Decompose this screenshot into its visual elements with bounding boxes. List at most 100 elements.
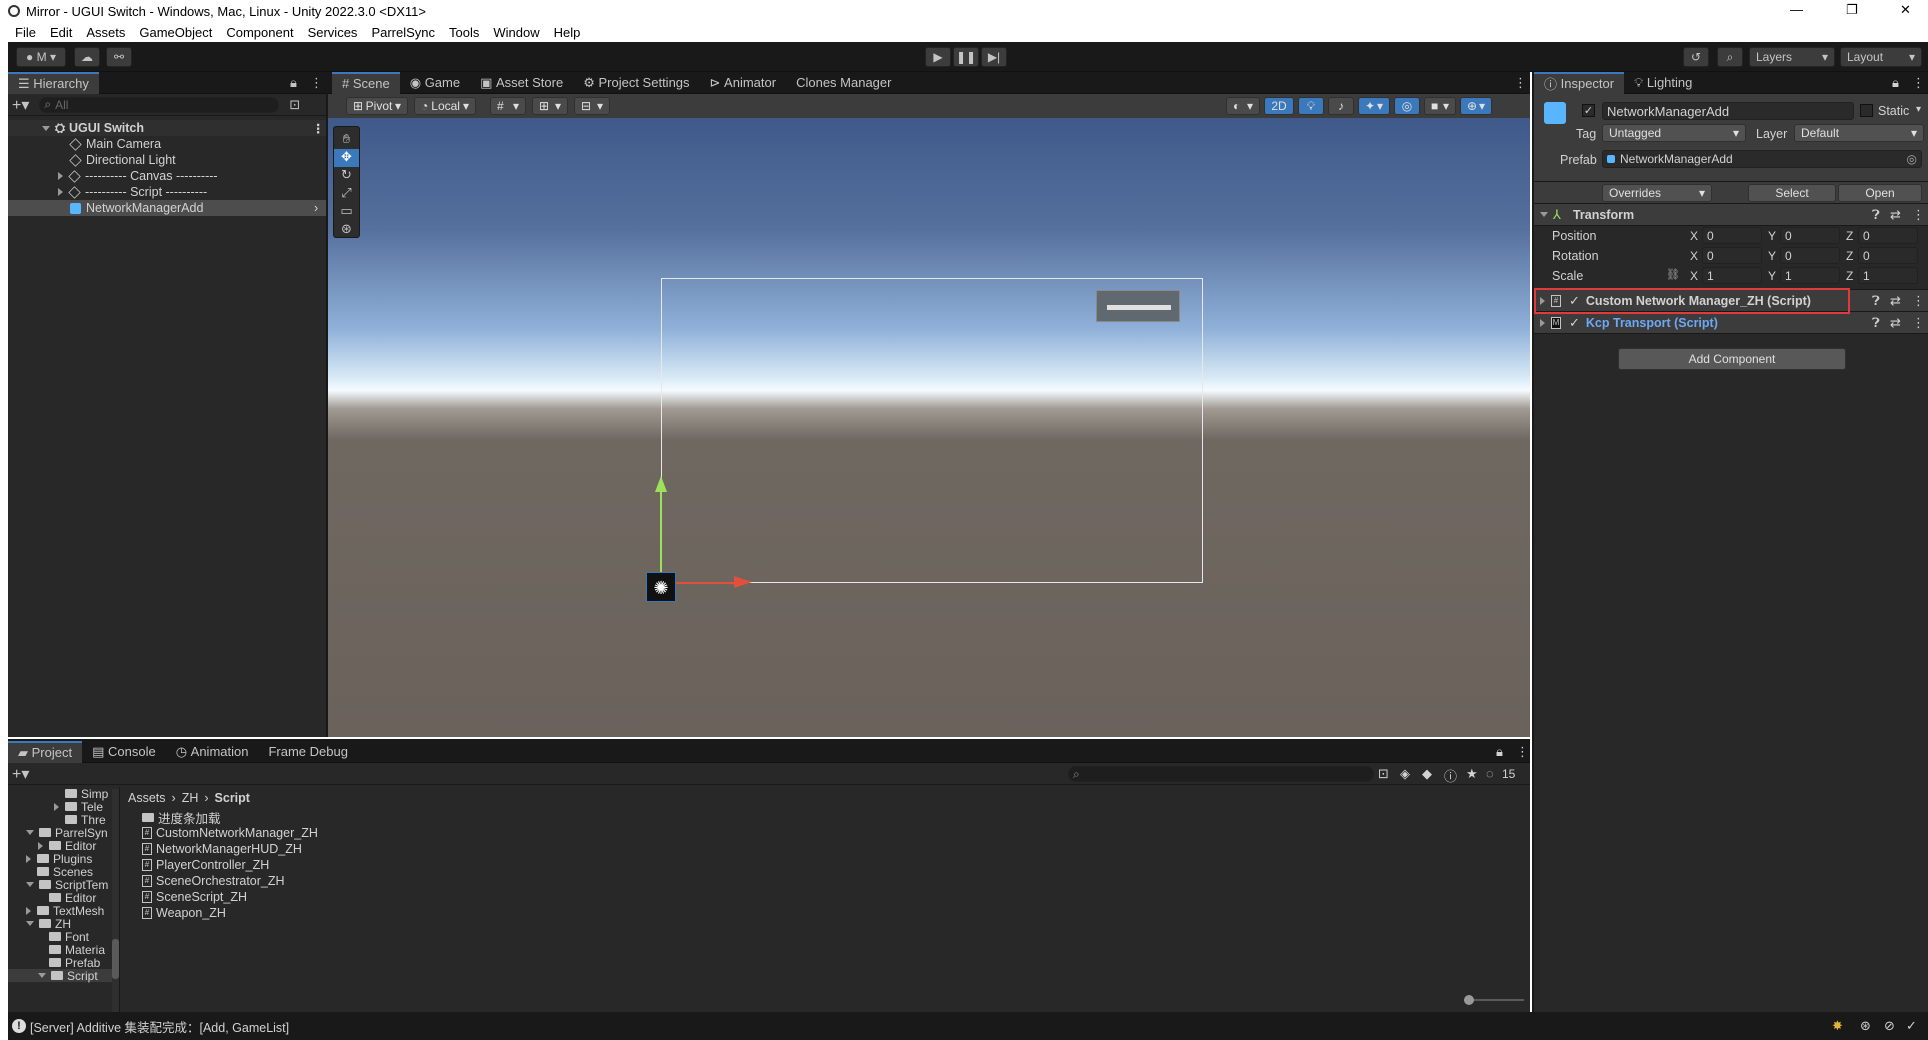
debug-icon[interactable]: ✸ [1832,1018,1843,1034]
more-icon[interactable]: ⋮ [1514,75,1527,91]
menu-assets[interactable]: Assets [86,25,125,40]
overrides-dropdown[interactable]: Overrides ▾ [1602,184,1712,202]
project-tree-item[interactable]: Script [8,969,119,983]
scene-root[interactable]: ⛭ UGUI Switch ⋮ [8,120,326,136]
project-file-item[interactable]: # SceneOrchestrator_ZH [142,873,318,889]
close-button[interactable]: ✕ [1900,2,1911,18]
gizmos-dropdown[interactable]: ⊕ ▾ [1460,97,1492,115]
hidden-packages-icon[interactable]: ◌ [1486,766,1494,781]
more-icon[interactable]: ⋮ [312,121,325,136]
toggle-2d-button[interactable]: 2D [1264,97,1294,115]
scale-tool-icon[interactable]: ⤢ [334,185,359,203]
grid-snap-dropdown[interactable]: # ▾ [490,97,526,115]
menu-tools[interactable]: Tools [449,25,479,40]
enabled-checkbox[interactable]: ✓ [1569,315,1580,331]
expand-arrow-icon[interactable] [1540,318,1545,327]
project-tree-item[interactable]: Plugins [8,852,119,866]
expand-arrow-icon[interactable] [38,841,43,850]
project-tree-item[interactable]: Editor [8,839,119,853]
transform-y-field[interactable]: 0 [1780,247,1840,264]
project-tree-item[interactable]: Font [8,930,119,944]
target-icon[interactable]: ◎ [1907,152,1917,166]
lock-icon[interactable]: 🔒︎ [1496,744,1503,760]
project-tree-item[interactable]: Materia [8,943,119,957]
menu-file[interactable]: File [15,25,36,40]
expand-arrow-icon[interactable] [58,172,63,180]
menu-help[interactable]: Help [554,25,581,40]
expand-arrow-icon[interactable] [26,882,34,887]
tab-animation[interactable]: ◷ Animation [166,741,259,763]
preset-icon[interactable]: ⇄ [1890,293,1901,309]
local-dropdown[interactable]: ◔ Local ▾ [414,97,476,115]
network-manager-gizmo-icon[interactable]: ✺ [646,572,676,602]
tab-game[interactable]: ◉ Game [400,72,470,94]
move-gizmo-x-arrow-icon[interactable] [734,576,752,588]
add-button[interactable]: +▾ [12,764,29,784]
more-icon[interactable]: ⋮ [1912,207,1925,223]
rect-tool-icon[interactable]: ▭ [334,203,359,221]
tab-animator[interactable]: ⊳ Animator [700,72,787,94]
project-tree-item[interactable]: Tele [8,800,119,814]
icon-size-slider[interactable] [1464,995,1524,1005]
effects-dropdown[interactable]: ✦ ▾ [1358,97,1390,115]
project-tree-item[interactable]: ZH [8,917,119,931]
scene-visibility-icon[interactable]: ⊡ [289,97,300,113]
more-icon[interactable]: ⋮ [1912,293,1925,309]
tab-clones-manager[interactable]: Clones Manager [786,72,901,94]
account-button[interactable]: ● M ▾ [16,47,66,67]
expand-arrow-icon[interactable] [26,830,34,835]
kcp-transport-component[interactable]: M ✓ Kcp Transport (Script) ❓︎ ⇄ ⋮ [1534,312,1928,334]
project-file-item[interactable]: 进度条加载 [142,809,318,826]
project-tree-item[interactable]: Thre [8,813,119,827]
select-button[interactable]: Select [1748,184,1836,202]
prefab-field[interactable]: NetworkManagerAdd ◎ [1602,150,1922,168]
transform-x-field[interactable]: 1 [1702,267,1762,284]
hierarchy-item-selected[interactable]: NetworkManagerAdd › [8,200,326,216]
filter-errors-icon[interactable]: ⓘ [1444,766,1457,785]
more-icon[interactable]: ⋮ [1912,315,1925,331]
tab-hierarchy[interactable]: ☰ Hierarchy [8,71,99,94]
draw-mode-dropdown[interactable]: ◐ ▾ [1226,97,1260,115]
project-file-item[interactable]: # PlayerController_ZH [142,857,318,873]
project-tree-item[interactable]: ParrelSyn [8,826,119,840]
more-icon[interactable]: ⋮ [1912,75,1925,91]
filter-label-icon[interactable]: ◆ [1422,766,1432,782]
transform-z-field[interactable]: 0 [1858,247,1918,264]
expand-arrow-icon[interactable] [58,188,63,196]
lock-icon[interactable]: 🔒︎ [290,75,297,91]
play-button[interactable]: ▶ [925,47,951,67]
network-icon[interactable]: ⊛ [1860,1018,1871,1034]
layout-dropdown[interactable]: Layout ▾ [1840,47,1922,67]
menu-window[interactable]: Window [493,25,539,40]
lighting-toggle[interactable]: 💡︎ [1298,97,1324,115]
hierarchy-search-input[interactable]: ⌕ All [39,96,280,113]
transform-x-field[interactable]: 0 [1702,227,1762,244]
check-icon[interactable]: ✓ [1906,1018,1917,1034]
cache-icon[interactable]: ⊘ [1884,1018,1895,1034]
transform-z-field[interactable]: 1 [1858,267,1918,284]
more-icon[interactable]: ⋮ [310,75,323,91]
transform-y-field[interactable]: 1 [1780,267,1840,284]
transform-tool-icon[interactable]: ⊛ [334,221,359,239]
project-tree-item[interactable]: Scenes [8,865,119,879]
preset-icon[interactable]: ⇄ [1890,207,1901,223]
grid-visibility-dropdown[interactable]: ⊞ ▾ [532,97,568,115]
search-scope-icon[interactable]: ⊡ [1378,766,1389,782]
menu-edit[interactable]: Edit [50,25,72,40]
rotate-tool-icon[interactable]: ↻ [334,167,359,185]
layers-dropdown[interactable]: Layers ▾ [1749,47,1835,67]
audio-toggle[interactable]: ♪ [1328,97,1354,115]
project-file-item[interactable]: # CustomNetworkManager_ZH [142,825,318,841]
layer-dropdown[interactable]: Default ▾ [1794,124,1924,142]
history-button[interactable]: ↺ [1683,47,1709,67]
project-file-item[interactable]: # NetworkManagerHUD_ZH [142,841,318,857]
tab-console[interactable]: ▤ Console [82,741,166,763]
transform-z-field[interactable]: 0 [1858,227,1918,244]
hierarchy-item[interactable]: ---------- Script ---------- [8,184,326,200]
move-gizmo-y-arrow-icon[interactable] [655,476,667,492]
project-search-input[interactable]: ⌕ [1068,766,1374,782]
transform-header[interactable]: ⅄ Transform ❓︎ ⇄ ⋮ [1534,204,1928,226]
more-icon[interactable]: ⋮ [1516,744,1529,760]
expand-arrow-icon[interactable] [26,854,31,863]
pause-button[interactable]: ❚❚ [953,47,979,67]
